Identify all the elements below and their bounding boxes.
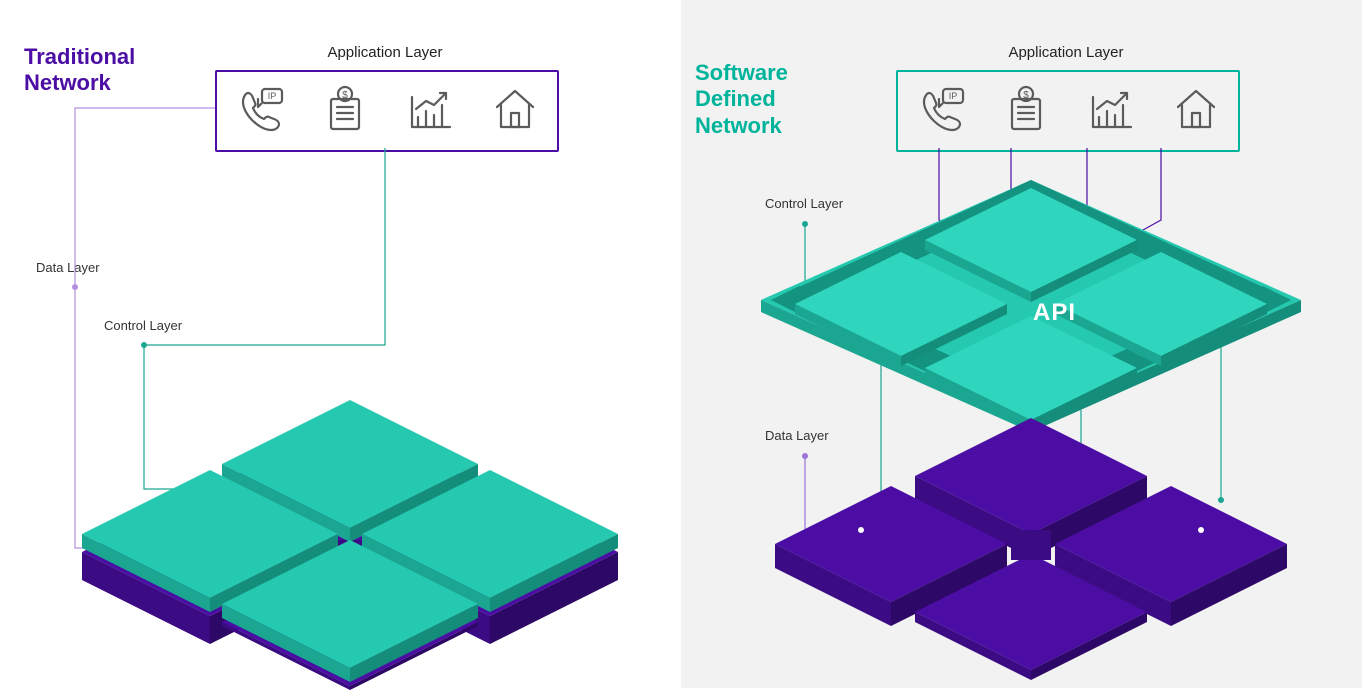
analytics-chart-icon xyxy=(404,83,456,140)
house-icon xyxy=(489,83,541,140)
svg-text:$: $ xyxy=(1023,90,1029,101)
svg-text:$: $ xyxy=(342,90,348,101)
title-line: Network xyxy=(24,70,111,95)
title-line: Software xyxy=(695,60,788,85)
traditional-network-panel: Traditional Network Application Layer IP… xyxy=(0,0,681,688)
svg-text:IP: IP xyxy=(267,91,276,101)
app-layer-box: IP $ xyxy=(215,70,559,152)
app-layer-box: IP $ xyxy=(896,70,1240,152)
sdn-title: Software Defined Network xyxy=(695,60,788,139)
title-line: Network xyxy=(695,113,782,138)
svg-text:IP: IP xyxy=(948,91,957,101)
title-line: Defined xyxy=(695,86,776,111)
control-plate xyxy=(741,170,1321,430)
analytics-chart-icon xyxy=(1085,83,1137,140)
voip-phone-icon: IP xyxy=(915,83,967,140)
data-blocks xyxy=(741,400,1321,680)
data-layer-label: Data Layer xyxy=(36,260,100,275)
control-layer-label: Control Layer xyxy=(104,318,182,333)
dollar-doc-icon: $ xyxy=(1000,83,1052,140)
app-layer-label: Application Layer xyxy=(215,44,555,61)
api-label: API xyxy=(1033,299,1076,327)
app-layer-label: Application Layer xyxy=(896,44,1236,61)
sdn-panel: Software Defined Network Application Lay… xyxy=(681,0,1362,688)
traditional-title: Traditional Network xyxy=(24,44,135,97)
stacked-blocks xyxy=(60,370,640,690)
voip-phone-icon: IP xyxy=(234,83,286,140)
house-icon xyxy=(1170,83,1222,140)
dollar-doc-icon: $ xyxy=(319,83,371,140)
title-line: Traditional xyxy=(24,44,135,69)
